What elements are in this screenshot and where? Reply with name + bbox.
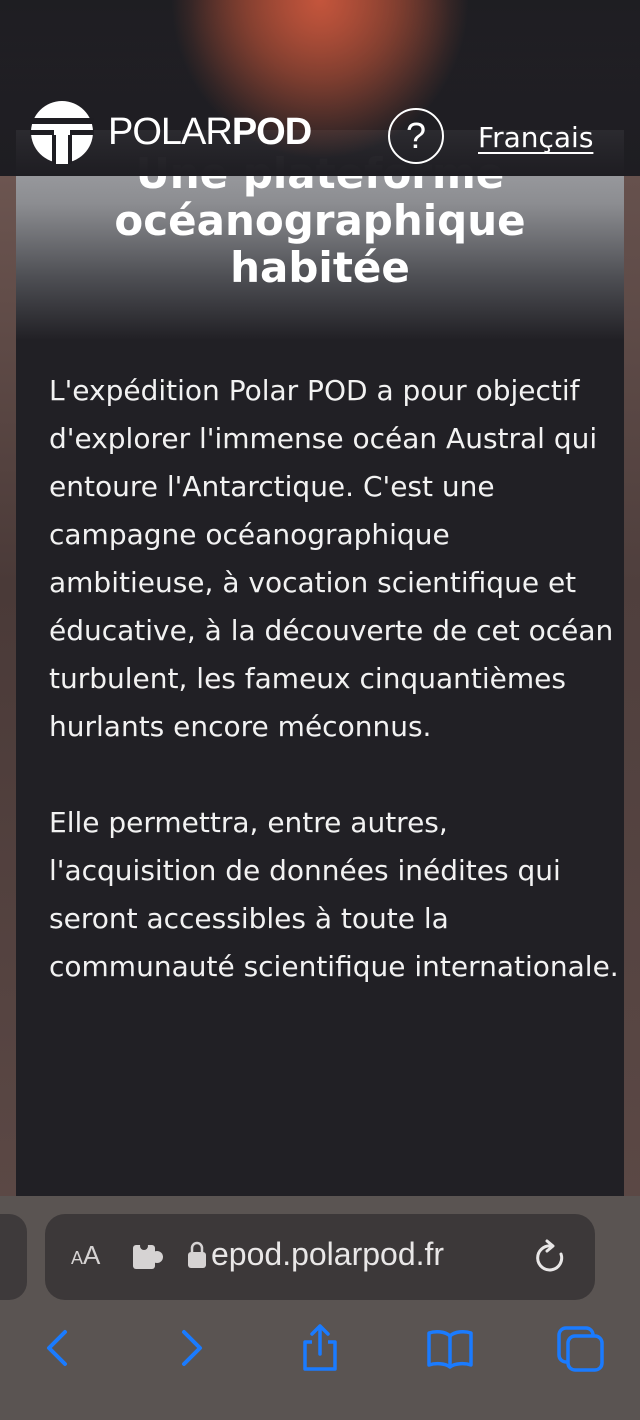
background-edge-left <box>0 176 16 1196</box>
aa-small: A <box>71 1248 84 1268</box>
url-text[interactable]: epod.polarpod.fr <box>211 1236 444 1273</box>
brand-name: POLARPOD <box>108 110 312 154</box>
previous-tab-peek[interactable] <box>0 1214 27 1300</box>
forward-button[interactable] <box>166 1322 216 1374</box>
help-icon: ? <box>405 115 427 156</box>
aa-big: A <box>83 1240 101 1270</box>
browser-nav-row <box>0 1322 640 1382</box>
browser-toolbar: AA epod.polarpod.fr <box>0 1196 640 1420</box>
back-button[interactable] <box>33 1322 83 1374</box>
polarpod-logo-icon <box>30 101 94 164</box>
brand-name-light: POLAR <box>108 110 233 153</box>
chevron-left-icon <box>47 1330 67 1366</box>
polarpod-logo[interactable]: POLARPOD <box>30 100 312 164</box>
page-settings-button[interactable]: AA <box>71 1240 100 1271</box>
reload-icon[interactable] <box>533 1238 569 1276</box>
language-link[interactable]: Français <box>478 121 593 154</box>
book-icon <box>427 1330 473 1369</box>
article-card: Une plateforme océanographique habitée L… <box>16 130 624 1200</box>
puzzle-icon[interactable] <box>131 1242 165 1272</box>
article-paragraph: L'expédition Polar POD a pour objectif d… <box>49 374 614 743</box>
tabs-icon <box>557 1326 604 1372</box>
article-title-line2: océanographique <box>114 196 526 245</box>
article-body: L'expédition Polar POD a pour objectif d… <box>49 367 619 1039</box>
lock-icon <box>188 1241 206 1268</box>
article-paragraph: Elle permettra, entre autres, l'acquisit… <box>49 806 619 983</box>
site-header: POLARPOD ? Français <box>0 0 640 176</box>
share-icon <box>303 1324 337 1371</box>
share-button[interactable] <box>295 1322 345 1374</box>
bookmarks-button[interactable] <box>425 1322 475 1374</box>
chevron-right-icon <box>182 1330 202 1366</box>
address-bar[interactable]: AA epod.polarpod.fr <box>45 1214 595 1300</box>
tabs-button[interactable] <box>556 1322 606 1374</box>
background-edge-right <box>624 176 640 1196</box>
help-button[interactable]: ? <box>388 108 444 164</box>
article-title-line3: habitée <box>230 243 410 292</box>
brand-name-bold: POD <box>231 110 312 153</box>
